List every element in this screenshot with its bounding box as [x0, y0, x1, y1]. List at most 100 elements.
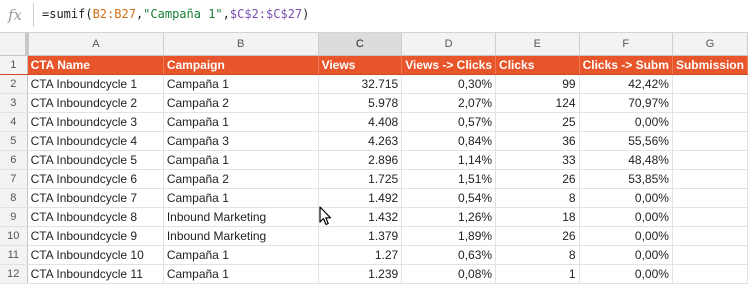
cell-e[interactable]: 18	[495, 207, 580, 227]
cell-g[interactable]	[672, 112, 748, 132]
cell-b[interactable]: Campaña 1	[163, 112, 319, 132]
column-header-e[interactable]: E	[495, 33, 580, 56]
column-header-d[interactable]: D	[401, 33, 497, 56]
row-number[interactable]: 12	[0, 264, 28, 284]
cell-f[interactable]: 0,00%	[579, 112, 673, 132]
cell-c[interactable]: 1.239	[318, 264, 403, 284]
cell-g[interactable]	[672, 169, 748, 189]
header-cell-campaign[interactable]: Campaign	[163, 55, 319, 75]
row-number[interactable]: 3	[0, 93, 28, 113]
cell-a[interactable]: CTA Inboundcycle 1	[27, 74, 164, 94]
cell-e[interactable]: 26	[495, 169, 580, 189]
cell-f[interactable]: 53,85%	[579, 169, 673, 189]
header-cell-clicks-subm[interactable]: Clicks -> Subm	[579, 55, 673, 75]
row-number[interactable]: 5	[0, 131, 28, 151]
cell-c[interactable]: 2.896	[318, 150, 403, 170]
cell-c[interactable]: 1.27	[318, 245, 403, 265]
row-number[interactable]: 8	[0, 188, 28, 208]
cell-d[interactable]: 2,07%	[401, 93, 497, 113]
cell-c[interactable]: 1.492	[318, 188, 403, 208]
cell-a[interactable]: CTA Inboundcycle 4	[27, 131, 164, 151]
cell-g[interactable]	[672, 131, 748, 151]
cell-c[interactable]: 4.263	[318, 131, 403, 151]
cell-d[interactable]: 0,08%	[401, 264, 497, 284]
row-number[interactable]: 2	[0, 74, 28, 94]
cell-g[interactable]	[672, 93, 748, 113]
cell-e[interactable]: 25	[495, 112, 580, 132]
row-number[interactable]: 7	[0, 169, 28, 189]
cell-g[interactable]	[672, 150, 748, 170]
cell-b[interactable]: Campaña 1	[163, 150, 319, 170]
cell-f[interactable]: 0,00%	[579, 264, 673, 284]
cell-e[interactable]: 99	[495, 74, 580, 94]
cell-d[interactable]: 1,51%	[401, 169, 497, 189]
cell-g[interactable]	[672, 207, 748, 227]
header-cell-views-clicks[interactable]: Views -> Clicks	[401, 55, 497, 75]
formula-input[interactable]: =sumif(B2:B27,"Campaña 1",$C$2:$C$27)	[42, 5, 309, 23]
cell-b[interactable]: Campaña 2	[163, 169, 319, 189]
cell-b[interactable]: Campaña 1	[163, 74, 319, 94]
select-all-corner[interactable]	[0, 33, 30, 56]
cell-c[interactable]: 5.978	[318, 93, 403, 113]
cell-b[interactable]: Campaña 1	[163, 264, 319, 284]
cell-g[interactable]	[672, 264, 748, 284]
cell-d[interactable]: 0,57%	[401, 112, 497, 132]
cell-g[interactable]	[672, 245, 748, 265]
cell-f[interactable]: 48,48%	[579, 150, 673, 170]
cell-f[interactable]: 0,00%	[579, 207, 673, 227]
cell-a[interactable]: CTA Inboundcycle 11	[27, 264, 164, 284]
cell-e[interactable]: 8	[495, 188, 580, 208]
cell-e[interactable]: 1	[495, 264, 580, 284]
column-header-f[interactable]: F	[579, 33, 673, 56]
row-number[interactable]: 6	[0, 150, 28, 170]
cell-f[interactable]: 0,00%	[579, 226, 673, 246]
cell-a[interactable]: CTA Inboundcycle 10	[27, 245, 164, 265]
cell-d[interactable]: 0,30%	[401, 74, 497, 94]
cell-g[interactable]	[672, 226, 748, 246]
cell-e[interactable]: 33	[495, 150, 580, 170]
cell-a[interactable]: CTA Inboundcycle 7	[27, 188, 164, 208]
row-number[interactable]: 1	[0, 55, 28, 75]
cell-c[interactable]: 4.408	[318, 112, 403, 132]
cell-b[interactable]: Campaña 1	[163, 188, 319, 208]
cell-c[interactable]: 1.379	[318, 226, 403, 246]
row-number[interactable]: 9	[0, 207, 28, 227]
cell-e[interactable]: 36	[495, 131, 580, 151]
cell-d[interactable]: 1,14%	[401, 150, 497, 170]
cell-e[interactable]: 124	[495, 93, 580, 113]
cell-c[interactable]: 32.715	[318, 74, 403, 94]
column-header-b[interactable]: B	[163, 33, 319, 56]
cell-a[interactable]: CTA Inboundcycle 6	[27, 169, 164, 189]
header-cell-views[interactable]: Views	[318, 55, 403, 75]
cell-g[interactable]	[672, 188, 748, 208]
column-header-a[interactable]: A	[27, 33, 164, 56]
cell-e[interactable]: 8	[495, 245, 580, 265]
cell-b[interactable]: Inbound Marketing	[163, 226, 319, 246]
cell-f[interactable]: 70,97%	[579, 93, 673, 113]
row-number[interactable]: 4	[0, 112, 28, 132]
cell-c[interactable]: 1.725	[318, 169, 403, 189]
cell-a[interactable]: CTA Inboundcycle 2	[27, 93, 164, 113]
row-number[interactable]: 11	[0, 245, 28, 265]
cell-d[interactable]: 1,89%	[401, 226, 497, 246]
cell-d[interactable]: 0,54%	[401, 188, 497, 208]
cell-b[interactable]: Campaña 1	[163, 245, 319, 265]
cell-g[interactable]	[672, 74, 748, 94]
cell-a[interactable]: CTA Inboundcycle 9	[27, 226, 164, 246]
cell-b[interactable]: Campaña 3	[163, 131, 319, 151]
column-header-c[interactable]: C	[318, 33, 403, 56]
cell-a[interactable]: CTA Inboundcycle 5	[27, 150, 164, 170]
cell-f[interactable]: 0,00%	[579, 245, 673, 265]
header-cell-cta-name[interactable]: CTA Name	[27, 55, 164, 75]
cell-a[interactable]: CTA Inboundcycle 3	[27, 112, 164, 132]
header-cell-submission[interactable]: Submission	[672, 55, 748, 75]
header-cell-clicks[interactable]: Clicks	[495, 55, 580, 75]
cell-f[interactable]: 42,42%	[579, 74, 673, 94]
cell-b[interactable]: Campaña 2	[163, 93, 319, 113]
cell-e[interactable]: 26	[495, 226, 580, 246]
cell-d[interactable]: 1,26%	[401, 207, 497, 227]
cell-d[interactable]: 0,63%	[401, 245, 497, 265]
column-header-g[interactable]: G	[672, 33, 748, 56]
cell-f[interactable]: 55,56%	[579, 131, 673, 151]
cell-f[interactable]: 0,00%	[579, 188, 673, 208]
